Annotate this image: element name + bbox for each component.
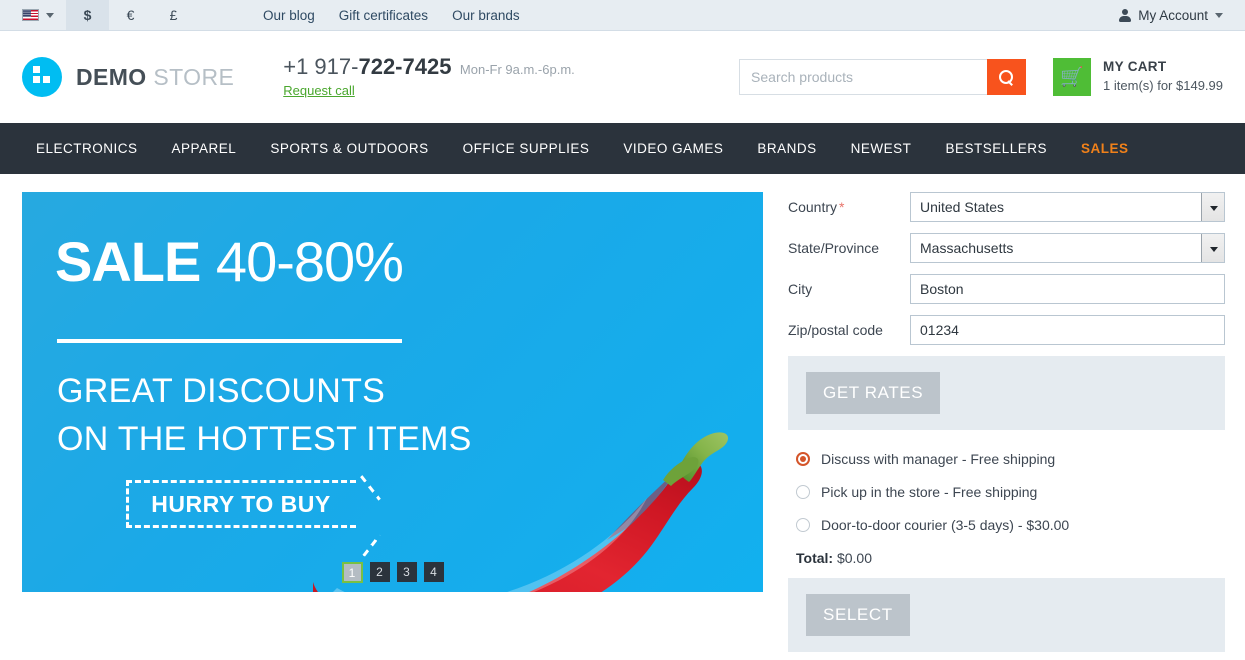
shipping-option-pick-up-in-store[interactable]: Pick up in the store - Free shipping (796, 475, 1225, 508)
country-select[interactable]: United States (910, 192, 1225, 222)
required-marker: * (839, 199, 845, 215)
chevron-down-icon (46, 12, 54, 18)
banner-headline: SALE 40-80% (55, 234, 404, 290)
zip-label: Zip/postal code (788, 322, 883, 338)
nav-item-apparel[interactable]: APPAREL (155, 123, 254, 174)
hurry-to-buy-label: HURRY TO BUY (151, 490, 331, 517)
banner-divider (57, 339, 402, 343)
chevron-down-icon (1215, 12, 1223, 18)
city-row: City (788, 274, 1225, 304)
banner-headline-light: 40-80% (215, 230, 404, 293)
nav-item-sales[interactable]: SALES (1064, 123, 1146, 174)
cart-summary: 1 item(s) for $149.99 (1103, 78, 1223, 94)
shipping-option-label: Door-to-door courier (3-5 days) - $30.00 (821, 516, 1070, 533)
cart-widget[interactable]: 🛒 MY CART 1 item(s) for $149.99 (1053, 58, 1223, 96)
main-content: SALE 40-80% GREAT DISCOUNTS ON THE HOTTE… (0, 174, 1245, 652)
logo-text: DEMO STORE (76, 64, 234, 91)
banner-slide-1[interactable]: 1 (341, 562, 363, 583)
nav-item-bestsellers[interactable]: BESTSELLERS (928, 123, 1064, 174)
contact-block: +1 917-722-7425 Mon-Fr 9a.m.-6p.m. Reque… (283, 53, 575, 102)
banner-slide-4[interactable]: 4 (423, 562, 444, 582)
language-selector[interactable] (0, 0, 66, 30)
shipping-option-door-to-door-courier[interactable]: Door-to-door courier (3-5 days) - $30.00 (796, 508, 1225, 541)
banner-subline-1: GREAT DISCOUNTS (57, 372, 386, 410)
zip-row: Zip/postal code (788, 315, 1225, 345)
state-select[interactable]: Massachusetts (910, 233, 1225, 263)
my-account-menu[interactable]: My Account (1118, 0, 1245, 30)
user-icon (1118, 8, 1131, 22)
radio-door-to-door-courier[interactable] (796, 517, 810, 532)
us-flag-icon (22, 9, 39, 21)
currency-gbp[interactable]: £ (152, 0, 195, 30)
site-header: DEMO STORE +1 917-722-7425 Mon-Fr 9a.m.-… (0, 31, 1245, 123)
country-label: Country * (788, 199, 845, 215)
city-label: City (788, 281, 813, 297)
hurry-to-buy-button[interactable]: HURRY TO BUY (126, 475, 390, 560)
my-account-label: My Account (1138, 7, 1208, 23)
nav-item-newest[interactable]: NEWEST (834, 123, 929, 174)
request-call-link[interactable]: Request call (283, 83, 355, 99)
total-label: Total: (796, 550, 834, 566)
get-rates-button[interactable]: GET RATES (806, 372, 941, 414)
country-row: Country * United States (788, 192, 1225, 222)
search-input[interactable] (739, 59, 988, 95)
phone-number: +1 917-722-7425 (283, 53, 452, 79)
currency-eur[interactable]: € (109, 0, 152, 30)
banner-headline-strong: SALE (55, 230, 201, 293)
cart-button[interactable]: 🛒 (1053, 58, 1092, 96)
cart-title: MY CART (1103, 59, 1167, 75)
main-navigation: ELECTRONICS APPAREL SPORTS & OUTDOORS OF… (0, 123, 1245, 174)
search-button[interactable] (987, 59, 1027, 95)
squares-logo-icon (22, 57, 62, 97)
zip-input[interactable] (910, 315, 1225, 345)
shipping-total: Total: $0.00 (796, 550, 1225, 566)
shipping-estimator: Country * United States State/Province Ma… (788, 192, 1225, 652)
search-icon (999, 69, 1014, 85)
city-input[interactable] (910, 274, 1225, 304)
shipping-option-discuss-with-manager[interactable]: Discuss with manager - Free shipping (796, 442, 1225, 475)
state-label: State/Province (788, 240, 880, 256)
total-value: $0.00 (836, 550, 873, 566)
top-bar: $ € £ Our blog Gift certificates Our bra… (0, 0, 1245, 31)
link-our-blog[interactable]: Our blog (263, 8, 315, 23)
radio-pick-up-in-store[interactable] (796, 484, 810, 499)
shopping-cart-icon: 🛒 (1060, 66, 1084, 88)
search-bar (739, 59, 1027, 95)
currency-usd[interactable]: $ (66, 0, 109, 30)
top-links: Our blog Gift certificates Our brands (263, 0, 520, 30)
banner-slide-2[interactable]: 2 (369, 562, 390, 582)
site-logo[interactable]: DEMO STORE (22, 57, 234, 97)
link-our-brands[interactable]: Our brands (452, 8, 520, 23)
state-row: State/Province Massachusetts (788, 233, 1225, 263)
shipping-options-list: Discuss with manager - Free shipping Pic… (788, 430, 1225, 566)
banner-subline-2: ON THE HOTTEST ITEMS (57, 420, 472, 458)
promo-banner[interactable]: SALE 40-80% GREAT DISCOUNTS ON THE HOTTE… (22, 192, 763, 592)
currency-selector: $ € £ (66, 0, 195, 30)
nav-item-sports-outdoors[interactable]: SPORTS & OUTDOORS (253, 123, 445, 174)
select-panel: SELECT (788, 578, 1225, 652)
arrow-right-icon (354, 475, 390, 560)
radio-discuss-with-manager[interactable] (796, 451, 810, 466)
nav-item-brands[interactable]: BRANDS (740, 123, 833, 174)
banner-slide-3[interactable]: 3 (396, 562, 417, 582)
banner-pagination: 1 2 3 4 (341, 562, 444, 583)
nav-item-video-games[interactable]: VIDEO GAMES (606, 123, 740, 174)
logo-text-bold: DEMO (76, 63, 147, 90)
logo-text-light: STORE (153, 63, 235, 90)
get-rates-panel: GET RATES (788, 356, 1225, 430)
shipping-option-label: Pick up in the store - Free shipping (821, 483, 1038, 500)
business-hours: Mon-Fr 9a.m.-6p.m. (459, 61, 575, 77)
shipping-option-label: Discuss with manager - Free shipping (821, 450, 1056, 467)
select-button[interactable]: SELECT (806, 594, 910, 636)
nav-item-electronics[interactable]: ELECTRONICS (22, 123, 155, 174)
link-gift-certificates[interactable]: Gift certificates (339, 8, 428, 23)
nav-item-office-supplies[interactable]: OFFICE SUPPLIES (446, 123, 607, 174)
